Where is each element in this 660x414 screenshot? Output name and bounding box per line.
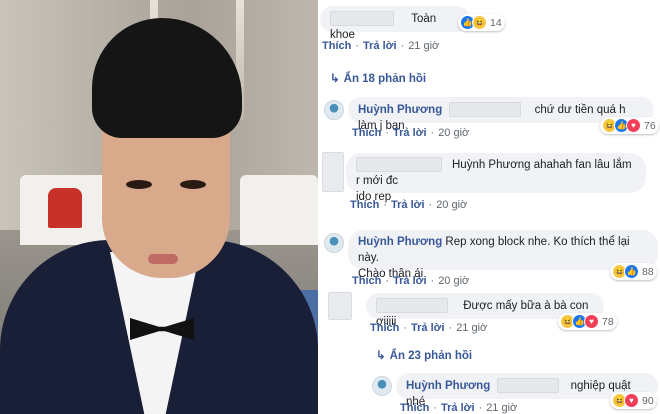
like-link[interactable]: Thích (352, 127, 381, 139)
avatar[interactable] (328, 292, 352, 320)
avatar[interactable] (322, 152, 344, 192)
reaction-count: 78 (602, 315, 614, 328)
reply-link[interactable]: Trả lời (391, 199, 425, 211)
comment-actions: Thích · Trả lời · 21 giờ (322, 40, 440, 52)
redacted-name (449, 102, 522, 118)
comment-time: 21 giờ (408, 40, 440, 52)
comment-author[interactable]: Huỳnh Phương (358, 236, 442, 248)
hide-replies-toggle[interactable]: ↳ Ẩn 23 phản hồi (376, 348, 472, 362)
comment-author[interactable]: Huỳnh Phương (358, 104, 442, 116)
reaction-summary[interactable]: 😆 👍 ♥ 76 (600, 117, 659, 134)
photo-background-person (48, 188, 82, 228)
profile-photo (0, 0, 318, 414)
reaction-count: 90 (642, 394, 654, 407)
comment-actions: Thích · Trả lời · 21 giờ (370, 322, 488, 334)
photo-lips (148, 254, 178, 264)
reaction-summary[interactable]: 😆 👍 ♥ 78 (558, 313, 617, 330)
avatar[interactable] (324, 100, 344, 120)
redacted-name (356, 157, 442, 173)
reply-link[interactable]: Trả lời (441, 402, 475, 414)
love-reaction-icon: ♥ (584, 314, 599, 329)
haha-reaction-icon: 😆 (472, 15, 487, 30)
hide-replies-toggle[interactable]: ↳ Ẩn 18 phản hồi (330, 71, 426, 85)
photo-table (240, 175, 318, 245)
reaction-summary[interactable]: 😆 ♥ 90 (610, 392, 657, 409)
reply-arrow-icon: ↳ (376, 350, 386, 362)
reply-link[interactable]: Trả lời (393, 127, 427, 139)
love-reaction-icon: ♥ (624, 393, 639, 408)
reaction-count: 14 (490, 16, 502, 29)
comment-time: 21 giờ (486, 402, 518, 414)
comment-actions: Thích · Trả lời · 20 giờ (350, 199, 468, 211)
like-link[interactable]: Thích (370, 322, 399, 334)
photo-eye (180, 180, 206, 189)
photo-head (92, 18, 242, 278)
like-link[interactable]: Thích (400, 402, 429, 414)
comment-time: 20 giờ (436, 199, 468, 211)
avatar[interactable] (324, 233, 344, 253)
comment-author[interactable]: Huỳnh Phương (406, 380, 490, 392)
comment-bubble: Toàn khoe (320, 6, 470, 41)
like-link[interactable]: Thích (350, 199, 379, 211)
redacted-name (330, 11, 394, 27)
like-link[interactable]: Thích (322, 40, 351, 52)
comment-feed: Toàn khoe 👍 😆 14 Thích · Trả lời · 21 giờ ↳ Ẩ… (318, 0, 660, 414)
avatar[interactable] (372, 376, 392, 396)
hide-replies-label: Ẩn 23 phản hồi (389, 350, 473, 362)
reply-arrow-icon: ↳ (330, 73, 340, 85)
love-reaction-icon: ♥ (626, 118, 641, 133)
reply-link[interactable]: Trả lời (393, 275, 427, 287)
reaction-summary[interactable]: 😆 👍 88 (610, 263, 657, 280)
comment-time: 20 giờ (438, 275, 470, 287)
reaction-summary[interactable]: 👍 😆 14 (458, 14, 505, 31)
comment-bubble: Huỳnh Phương Rep xong block nhe. Ko thíc… (348, 230, 658, 280)
photo-hair (92, 18, 242, 138)
reply-link[interactable]: Trả lời (411, 322, 445, 334)
photo-eye (126, 180, 152, 189)
comment-time: 20 giờ (438, 127, 470, 139)
comment-time: 21 giờ (456, 322, 488, 334)
hide-replies-label: Ẩn 18 phản hồi (343, 73, 427, 85)
reply-link[interactable]: Trả lời (363, 40, 397, 52)
comment-actions: Thích · Trả lời · 20 giờ (352, 275, 470, 287)
comment-actions: Thích · Trả lời · 21 giờ (400, 402, 518, 414)
comment-actions: Thích · Trả lời · 20 giờ (352, 127, 470, 139)
like-link[interactable]: Thích (352, 275, 381, 287)
redacted-name (376, 298, 448, 314)
redacted-name (497, 378, 560, 394)
reaction-count: 88 (642, 265, 654, 278)
comment-bubble: Huỳnh Phương ahahah fan lâu lắm r mới đc… (346, 153, 646, 203)
like-reaction-icon: 👍 (624, 264, 639, 279)
reaction-count: 76 (644, 119, 656, 132)
